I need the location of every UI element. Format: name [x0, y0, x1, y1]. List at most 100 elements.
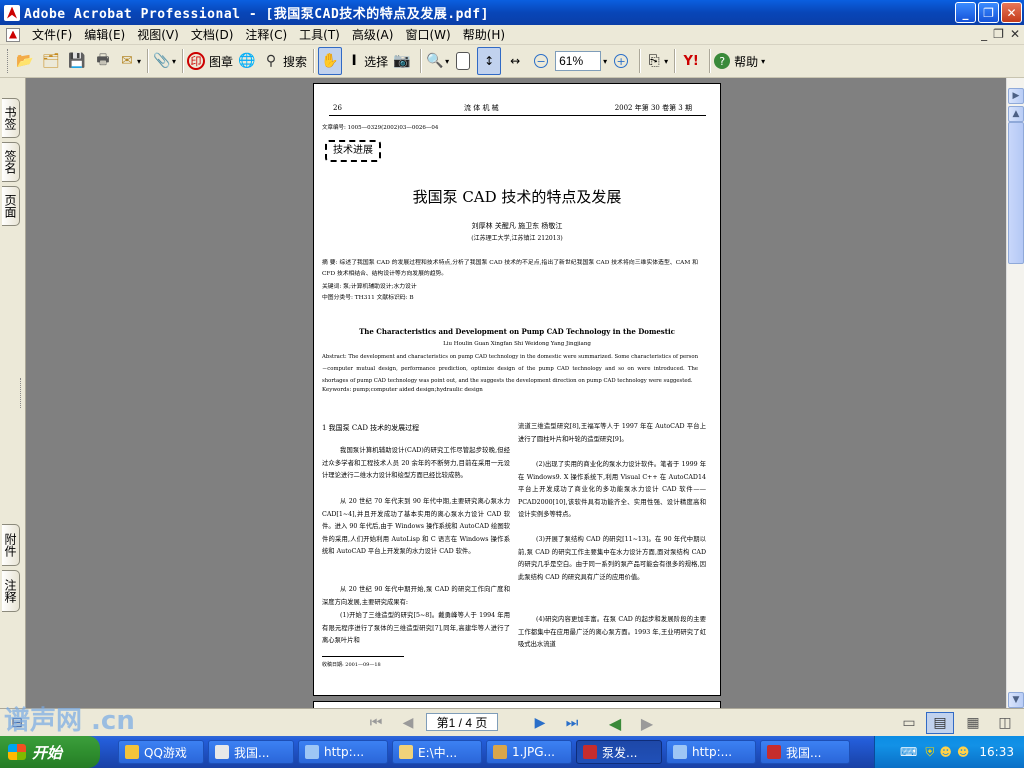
review-button[interactable]: 🌐 — [235, 47, 259, 75]
taskbar-item[interactable]: QQ游戏 — [118, 740, 204, 764]
actual-size-button[interactable] — [451, 47, 475, 75]
menu-comments[interactable]: 注释(C) — [239, 26, 293, 43]
first-page-button[interactable]: ⏮ — [366, 713, 386, 733]
affiliation: (江苏理工大学,江苏镇江 212013) — [471, 235, 563, 242]
acrobat-icon — [767, 745, 781, 759]
taskbar-item[interactable]: E:\中... — [392, 740, 482, 764]
stamp-button[interactable]: 印图章 — [187, 47, 233, 75]
shield-icon[interactable]: ⛨ — [925, 745, 934, 760]
search-button[interactable]: ⚲ 搜索 — [261, 47, 307, 75]
start-label: 开始 — [32, 743, 63, 762]
taskbar-item[interactable]: 我国... — [760, 740, 850, 764]
restore-button[interactable]: ❐ — [978, 2, 999, 23]
scroll-up-arrow[interactable]: ▲ — [1008, 106, 1024, 122]
tab-pages[interactable]: 页面 — [2, 186, 20, 226]
yahoo-button[interactable]: Y! — [679, 47, 703, 75]
email-icon: ✉ — [121, 53, 133, 69]
zoom-tool-button[interactable]: 🔍 ▾ — [425, 47, 449, 75]
separator — [147, 49, 149, 73]
close-button[interactable]: ✕ — [1001, 2, 1022, 23]
facing-pages-icon[interactable]: ▦ — [962, 713, 984, 733]
attach-button[interactable]: 📎 ▾ — [152, 47, 176, 75]
pane-resize-handle[interactable] — [20, 378, 24, 408]
tab-bookmarks[interactable]: 书签 — [2, 98, 20, 138]
keyboard-icon[interactable]: ⌨ — [900, 745, 917, 759]
classification: 中图分类号: TH311 文献标识码: B — [322, 295, 414, 301]
menu-window[interactable]: 窗口(W) — [399, 26, 456, 43]
zoom-input[interactable] — [555, 51, 602, 71]
chevron-down-icon[interactable]: ▾ — [603, 57, 607, 66]
doc-minimize-button[interactable]: _ — [981, 27, 987, 41]
single-page-icon[interactable]: ▭ — [898, 713, 920, 733]
select-tool-button[interactable]: I 选择 — [344, 47, 388, 75]
organizer-icon: 🗂 — [42, 53, 60, 69]
col2-paragraph: (2)出现了实用的商业化的泵水力设计软件。笔者于 1999 年在 Windows… — [518, 461, 706, 519]
organizer-button[interactable]: 🗂 — [39, 47, 63, 75]
last-page-button[interactable]: ⏭ — [560, 713, 584, 733]
doc-close-button[interactable]: ✕ — [1010, 27, 1020, 41]
minimize-button[interactable]: _ — [955, 2, 976, 23]
vertical-scrollbar[interactable]: ▶ ▲ ▼ — [1006, 78, 1024, 708]
taskbar-item[interactable]: 泵发... — [576, 740, 662, 764]
separator — [420, 49, 422, 73]
separator — [313, 49, 315, 73]
doc-restore-button[interactable]: ❐ — [993, 27, 1004, 41]
forward-view-button[interactable]: ▶ — [636, 713, 658, 733]
hand-tool-button[interactable]: ✋ — [318, 47, 343, 75]
menu-advanced[interactable]: 高级(A) — [346, 26, 400, 43]
scroll-thumb[interactable] — [1008, 122, 1024, 264]
previous-page-button[interactable]: ◀ — [398, 713, 418, 733]
back-view-button[interactable]: ◀ — [604, 713, 626, 733]
continuous-facing-icon[interactable]: ◫ — [994, 713, 1016, 733]
taskbar-item[interactable]: 我国... — [208, 740, 294, 764]
taskbar-item[interactable]: http:... — [666, 740, 756, 764]
document-view[interactable]: 26 流 体 机 械 2002 年第 30 卷第 3 期 文章编号: 1005—… — [26, 78, 1006, 708]
start-button[interactable]: 开始 — [0, 736, 100, 768]
article-title: 我国泵 CAD 技术的特点及发展 — [412, 188, 622, 206]
taskbar-item[interactable]: 1.JPG... — [486, 740, 572, 764]
zoom-in-button[interactable]: + — [609, 47, 633, 75]
acrobat-app-icon[interactable] — [4, 4, 20, 21]
menu-tools[interactable]: 工具(T) — [293, 26, 346, 43]
qq-tray-icon[interactable]: ☻ — [939, 745, 952, 759]
page-number-field[interactable] — [426, 713, 498, 731]
menu-edit[interactable]: 编辑(E) — [78, 26, 131, 43]
document-icon[interactable] — [6, 27, 20, 42]
messenger-icon[interactable]: ☻ — [957, 745, 970, 759]
save-button[interactable]: 💾 — [65, 47, 89, 75]
fit-page-button[interactable]: ↕ — [477, 47, 502, 75]
clock[interactable]: 16:33 — [979, 745, 1014, 759]
next-page-button[interactable]: ▶ — [530, 713, 550, 733]
taskbar-item[interactable]: http:... — [298, 740, 388, 764]
title-bar: Adobe Acrobat Professional - [我国泵CAD技术的特… — [0, 0, 1024, 25]
menu-help[interactable]: 帮助(H) — [457, 26, 511, 43]
col1-heading: 1 我国泵 CAD 技术的发展过程 — [322, 424, 420, 432]
tab-attachments[interactable]: 附件 — [2, 524, 20, 566]
zoom-out-button[interactable]: − — [529, 47, 553, 75]
header-rule — [329, 115, 706, 116]
tab-signatures[interactable]: 签名 — [2, 142, 20, 182]
rotate-button[interactable]: ⎘ ▾ — [644, 47, 669, 75]
fit-width-button[interactable]: ↔ — [503, 47, 527, 75]
toolbar-grip[interactable] — [7, 49, 10, 73]
col2-paragraph: 流道三维造型研究[8],王福军等人于 1997 年在 AutoCAD 平台上进行… — [518, 423, 706, 443]
scroll-down-arrow[interactable]: ▼ — [1008, 692, 1024, 708]
menu-document[interactable]: 文档(D) — [185, 26, 240, 43]
image-editor-icon — [493, 745, 507, 759]
panel-expand-icon[interactable]: ▶ — [1008, 88, 1024, 104]
browser-icon — [305, 745, 319, 759]
print-icon: 🖶 — [96, 52, 110, 68]
tab-comments[interactable]: 注释 — [2, 570, 20, 612]
snapshot-button[interactable]: 📷 — [390, 47, 414, 75]
menu-view[interactable]: 视图(V) — [131, 26, 185, 43]
menu-file[interactable]: 文件(F) — [26, 26, 78, 43]
review-icon: 🌐 — [238, 53, 256, 69]
continuous-page-icon[interactable]: ▤ — [926, 712, 954, 734]
email-button[interactable]: ✉ ▾ — [117, 47, 141, 75]
zoom-level-field[interactable]: ▾ — [555, 47, 607, 75]
help-button[interactable]: ? 帮助 ▾ — [714, 47, 765, 75]
page-header-number: 26 — [333, 104, 342, 112]
print-button[interactable]: 🖶 — [91, 47, 115, 75]
article-number: 文章编号: 1005—0329(2002)03—0026—04 — [322, 125, 439, 131]
open-button[interactable]: 📂 — [13, 47, 37, 75]
